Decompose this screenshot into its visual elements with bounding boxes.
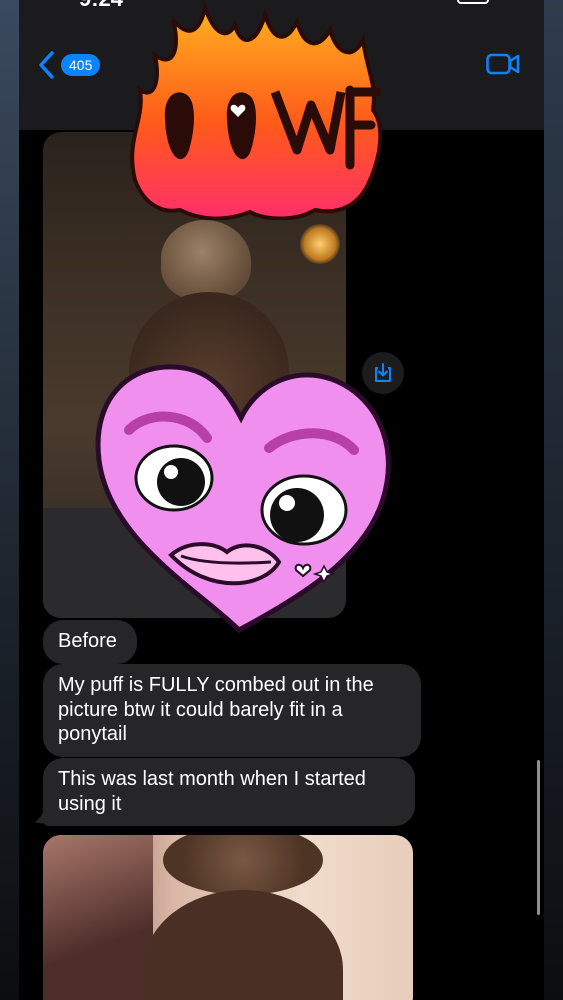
message-text: This was last month when I started using… <box>58 768 366 815</box>
heart-face-sticker[interactable] <box>89 340 399 640</box>
background-art <box>43 835 153 1000</box>
chevron-left-icon <box>39 51 54 79</box>
battery-icon <box>457 0 489 4</box>
photo-attachment-2[interactable] <box>43 835 413 1000</box>
hair-puff <box>163 835 323 895</box>
lamp-light <box>300 224 340 264</box>
wallpaper-edge-right <box>544 0 563 1000</box>
scroll-indicator[interactable] <box>537 760 540 915</box>
oomf-flame-sticker[interactable] <box>115 0 395 220</box>
unread-count-badge: 405 <box>61 54 101 76</box>
hair-bun <box>161 220 251 300</box>
wallpaper-edge-left <box>0 0 19 1000</box>
video-camera-icon <box>486 53 520 75</box>
message-bubble[interactable]: This was last month when I started using… <box>43 758 415 826</box>
bubble-tail <box>35 805 53 824</box>
face-shape <box>143 890 343 1000</box>
message-text: My puff is FULLY combed out in the pictu… <box>58 674 374 745</box>
back-button[interactable]: 405 <box>37 50 101 80</box>
message-bubble[interactable]: My puff is FULLY combed out in the pictu… <box>43 664 421 757</box>
messages-screen: 9:24 405 <box>19 0 544 1000</box>
facetime-button[interactable] <box>486 52 520 81</box>
status-icons <box>419 0 489 6</box>
